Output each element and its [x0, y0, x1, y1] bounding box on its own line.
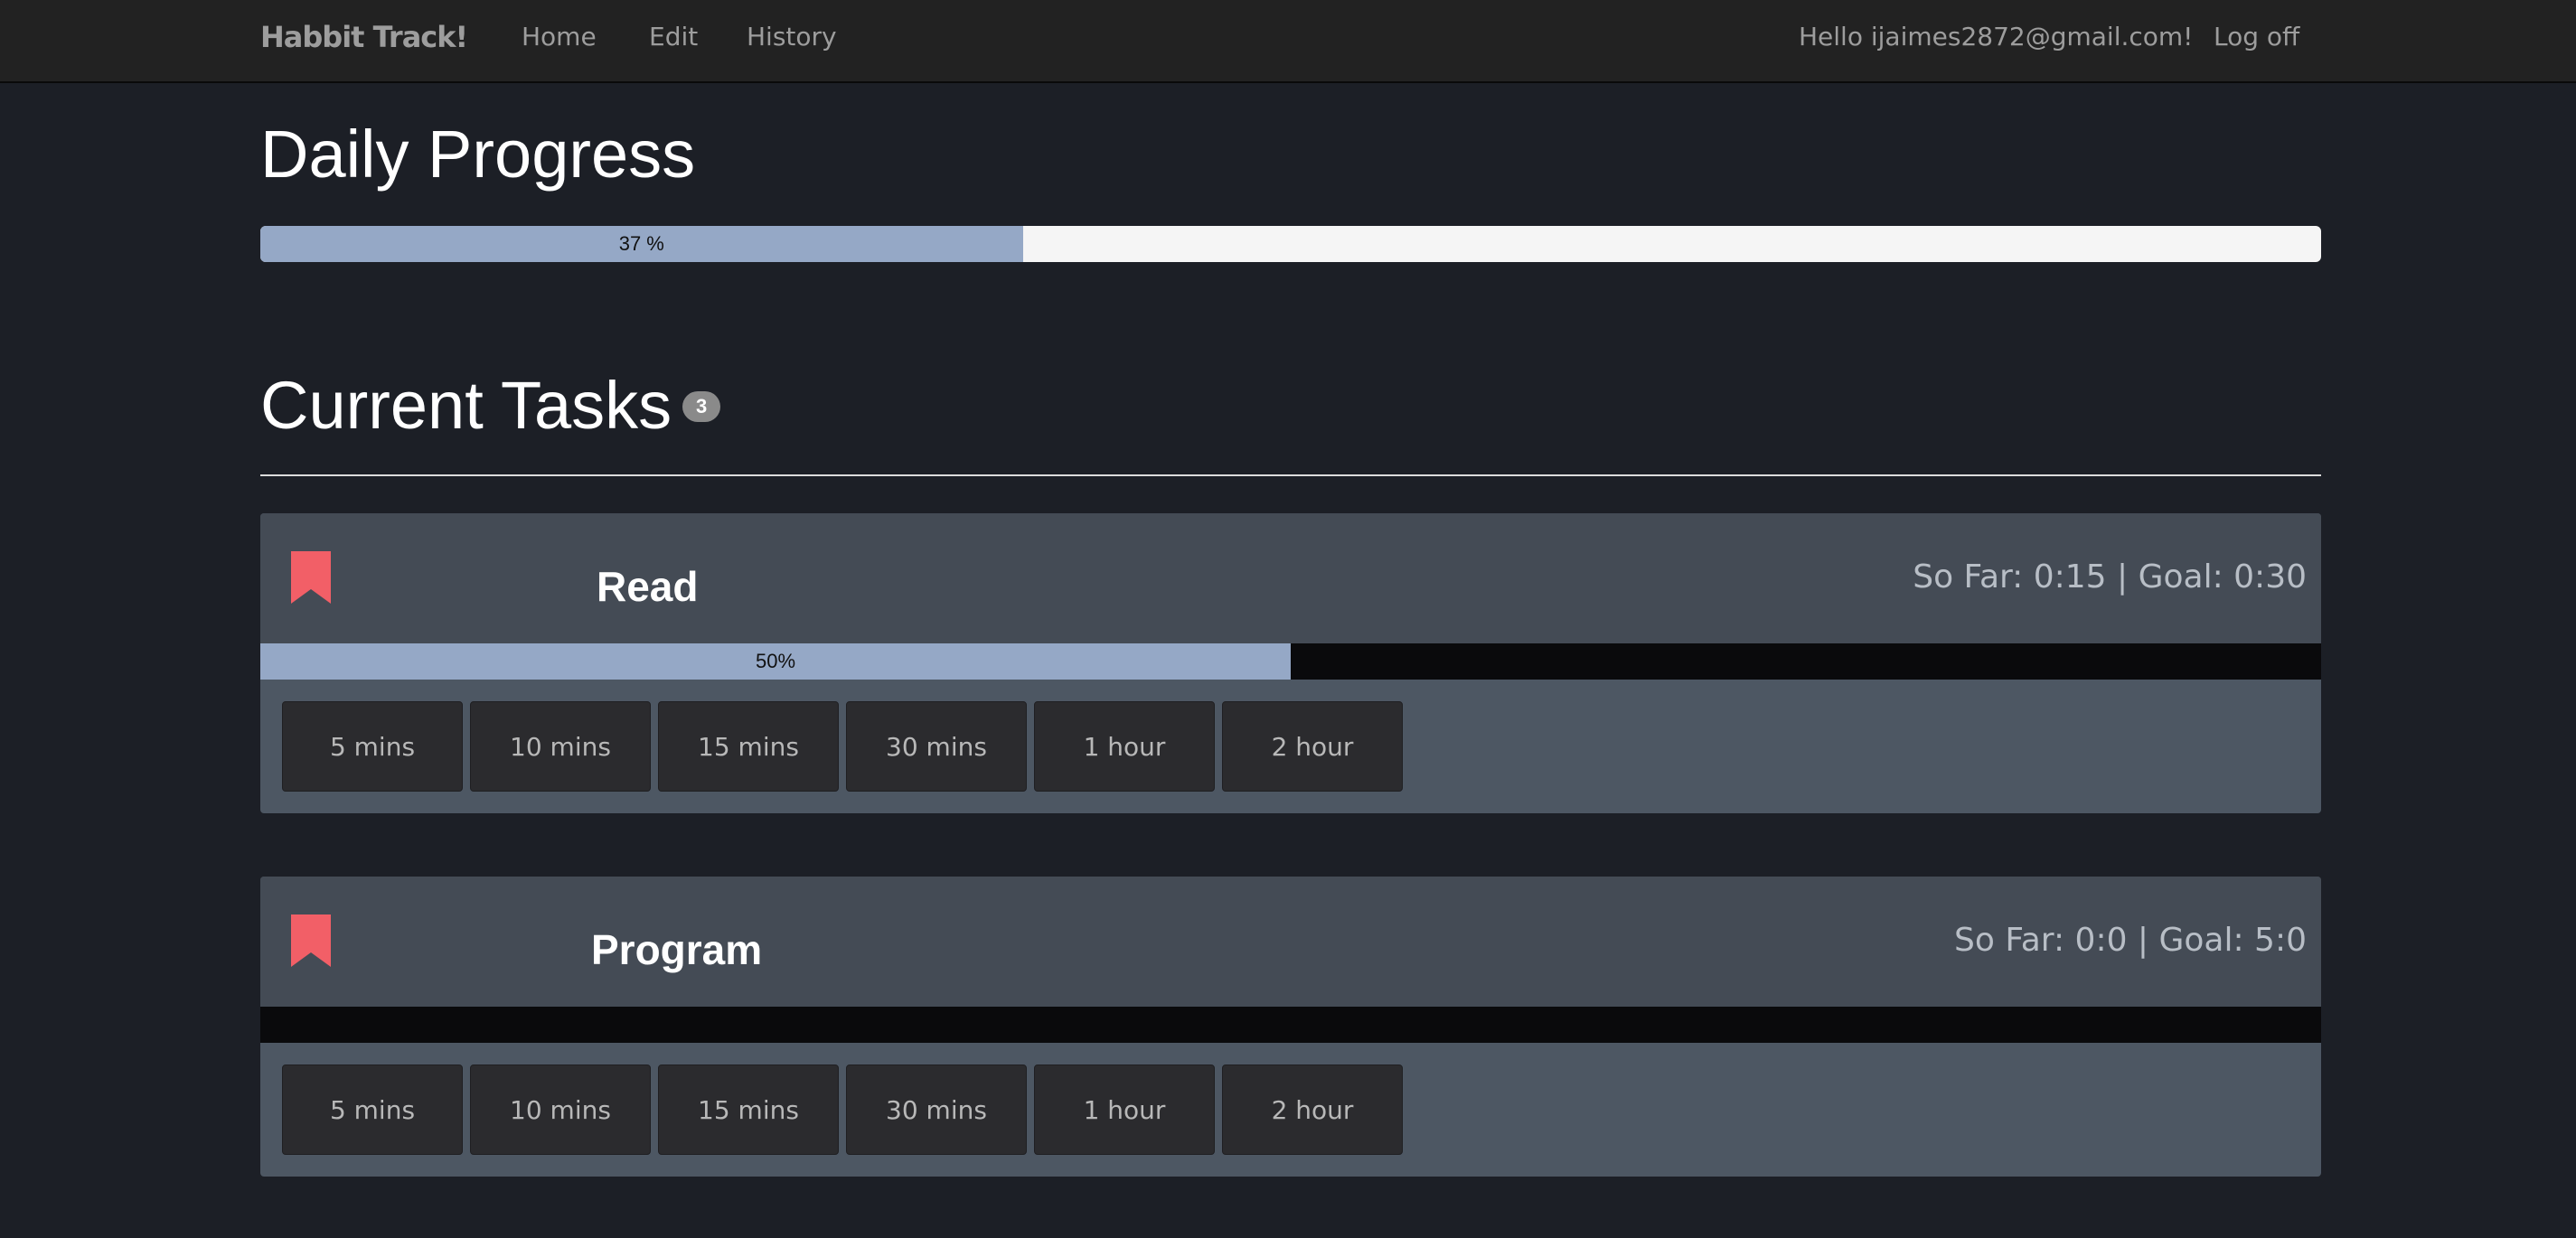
current-tasks-label: Current Tasks — [260, 368, 672, 443]
task-header: Read So Far: 0:15 | Goal: 0:30 — [260, 513, 2321, 643]
nav-history-link[interactable]: History — [747, 22, 837, 52]
task-stats: So Far: 0:15 | Goal: 0:30 — [1913, 558, 2307, 596]
add-10-mins-button[interactable]: 10 mins — [470, 1064, 651, 1155]
add-2-hour-button[interactable]: 2 hour — [1222, 1064, 1403, 1155]
add-30-mins-button[interactable]: 30 mins — [846, 701, 1027, 792]
daily-progress-label: 37 % — [618, 232, 664, 255]
task-progress-bar — [260, 1007, 2321, 1043]
daily-progress-title: Daily Progress — [260, 117, 696, 192]
task-progress-bar: 50% — [260, 643, 2321, 680]
user-greeting-link[interactable]: Hello ijaimes2872@gmail.com! — [1799, 22, 2193, 52]
task-name: Program — [591, 926, 763, 973]
task-name: Read — [597, 563, 699, 610]
task-progress-label: 50% — [755, 650, 796, 672]
nav-home-link[interactable]: Home — [522, 22, 597, 52]
add-2-hour-button[interactable]: 2 hour — [1222, 701, 1403, 792]
section-divider — [260, 474, 2321, 476]
brand-link[interactable]: Habbit Track! — [260, 20, 468, 54]
add-30-mins-button[interactable]: 30 mins — [846, 1064, 1027, 1155]
task-header: Program So Far: 0:0 | Goal: 5:0 — [260, 877, 2321, 1007]
task-card: Program So Far: 0:0 | Goal: 5:0 5 mins 1… — [260, 877, 2321, 1177]
bookmark-icon-svg — [291, 551, 331, 604]
add-15-mins-button[interactable]: 15 mins — [658, 1064, 839, 1155]
add-1-hour-button[interactable]: 1 hour — [1034, 701, 1215, 792]
logoff-link[interactable]: Log off — [2214, 22, 2299, 52]
navbar-inner: Habbit Track! Home Edit History Hello ij… — [260, 0, 2321, 83]
bookmark-icon[interactable] — [291, 551, 331, 604]
bookmark-icon-svg — [291, 914, 331, 967]
add-5-mins-button[interactable]: 5 mins — [282, 1064, 463, 1155]
task-count-badge: 3 — [682, 391, 721, 423]
nav-edit-link[interactable]: Edit — [649, 22, 698, 52]
current-tasks-title: Current Tasks 3 — [260, 367, 721, 444]
navbar: Habbit Track! Home Edit History Hello ij… — [0, 0, 2576, 83]
daily-progress-bar: 37 % — [260, 226, 2321, 262]
bookmark-icon[interactable] — [291, 914, 331, 967]
add-10-mins-button[interactable]: 10 mins — [470, 701, 651, 792]
task-card: Read So Far: 0:15 | Goal: 0:30 50% 5 min… — [260, 513, 2321, 813]
add-5-mins-button[interactable]: 5 mins — [282, 701, 463, 792]
task-stats: So Far: 0:0 | Goal: 5:0 — [1954, 922, 2307, 959]
add-15-mins-button[interactable]: 15 mins — [658, 701, 839, 792]
add-1-hour-button[interactable]: 1 hour — [1034, 1064, 1215, 1155]
